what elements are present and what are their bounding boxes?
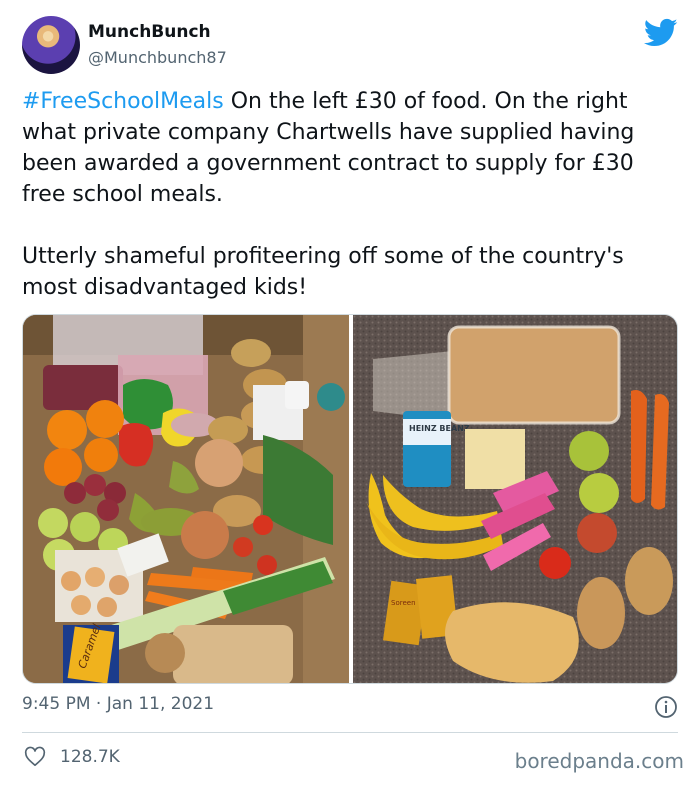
divider (22, 732, 678, 733)
info-icon[interactable] (654, 695, 678, 719)
beanz-label: HEINZ BEANZ (409, 424, 470, 433)
twitter-bird-icon[interactable] (644, 18, 678, 48)
heart-icon[interactable] (24, 746, 46, 768)
hashtag-link[interactable]: #FreeSchoolMeals (22, 89, 224, 114)
display-name[interactable]: MunchBunch (88, 22, 211, 42)
photo-left[interactable]: Caramel (23, 315, 349, 684)
tweet-timestamp[interactable]: 9:45 PM · Jan 11, 2021 (22, 694, 214, 714)
tweet-paragraph-1: #FreeSchoolMeals On the left £30 of food… (22, 86, 682, 210)
user-handle[interactable]: @Munchbunch87 (88, 48, 227, 67)
watermark: boredpanda.com (514, 749, 684, 773)
tweet-text: #FreeSchoolMeals On the left £30 of food… (22, 86, 682, 303)
photo-right[interactable]: HEINZ BEANZ Soreen (353, 315, 678, 684)
like-count[interactable]: 128.7K (60, 747, 120, 767)
tweet-paragraph-2: Utterly shameful profiteering off some o… (22, 244, 624, 300)
tweet-media[interactable]: Caramel HEINZ BEANZ Soreen (22, 314, 678, 684)
avatar[interactable] (22, 16, 80, 74)
soreen-label: Soreen (391, 599, 416, 607)
tweet-header: MunchBunch @Munchbunch87 (22, 16, 682, 76)
